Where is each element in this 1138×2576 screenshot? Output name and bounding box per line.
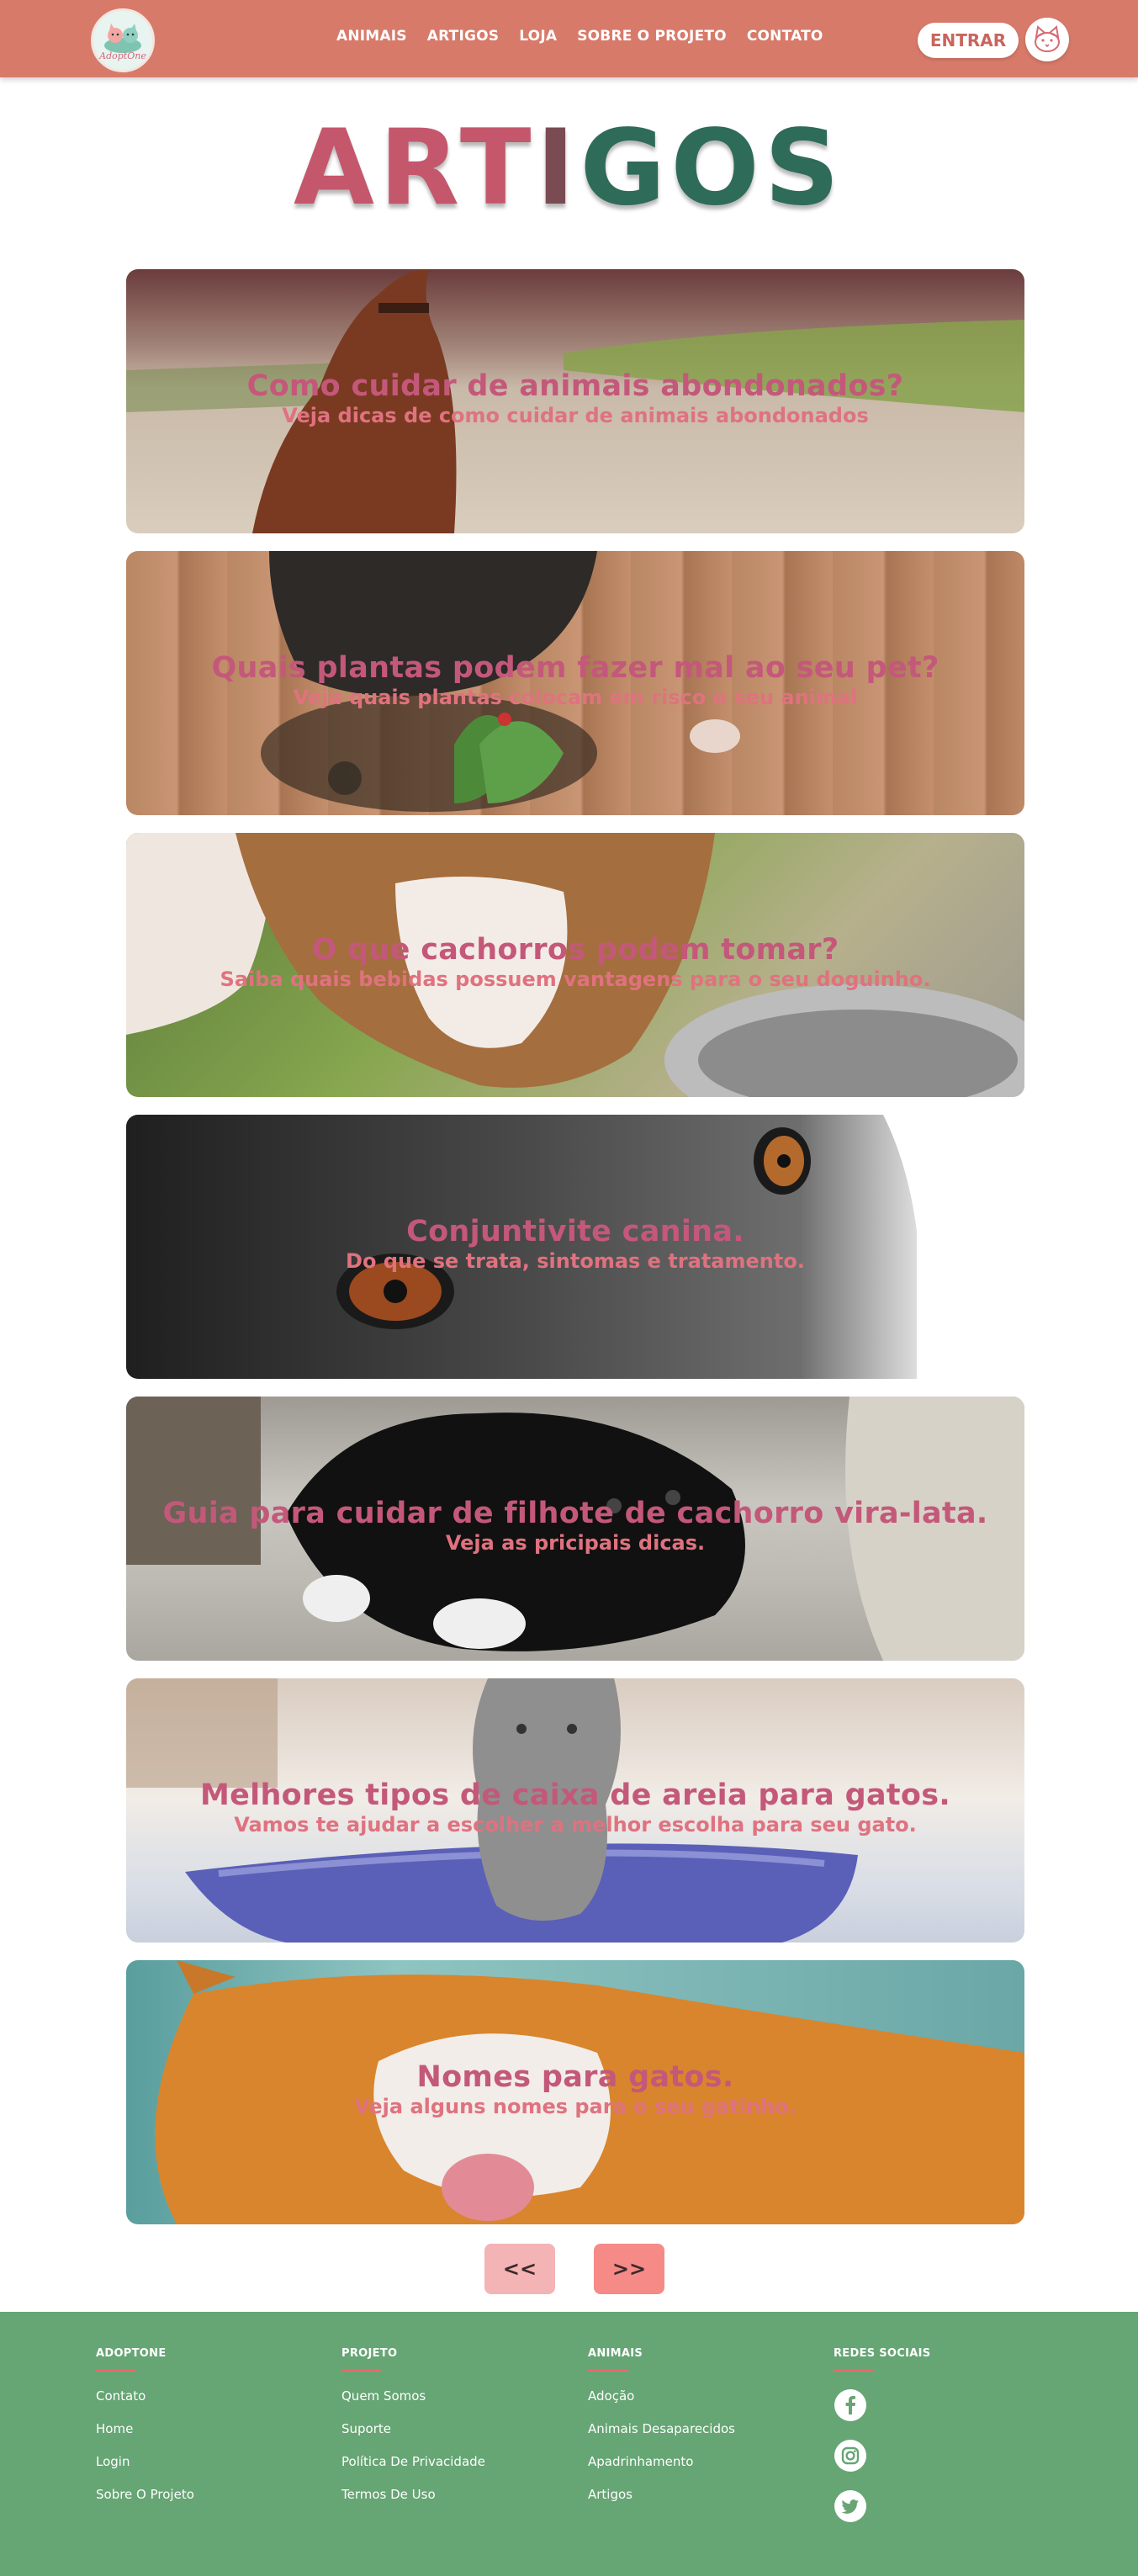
footer-column-redes-sociais: REDES SOCIAIS: [834, 2347, 1052, 2540]
footer-divider: [588, 2370, 628, 2372]
nav-item-artigos[interactable]: ARTIGOS: [427, 28, 499, 45]
article-title: Como cuidar de animais abondonados?: [246, 369, 904, 403]
pets-logo-icon: [104, 23, 141, 53]
article-subtitle: Veja dicas de como cuidar de animais abo…: [282, 404, 869, 427]
article-subtitle: Do que se trata, sintomas e tratamento.: [346, 1249, 805, 1273]
pagination: << >>: [484, 2244, 664, 2294]
footer-link-animais-desaparecidos[interactable]: Animais Desaparecidos: [588, 2421, 807, 2437]
article-title: Nomes para gatos.: [416, 2060, 734, 2094]
site-footer: ADOPTONE Contato Home Login Sobre O Proj…: [0, 2312, 1138, 2576]
footer-link-termos-de-uso[interactable]: Termos De Uso: [341, 2487, 560, 2503]
article-subtitle: Veja as pricipais dicas.: [445, 1531, 706, 1555]
footer-link-contato[interactable]: Contato: [96, 2388, 315, 2404]
site-header: AdoptOne ANIMAIS ARTIGOS LOJA SOBRE O PR…: [0, 0, 1138, 77]
article-card[interactable]: Conjuntivite canina. Do que se trata, si…: [126, 1115, 1024, 1379]
article-card[interactable]: Nomes para gatos. Veja alguns nomes para…: [126, 1960, 1024, 2224]
user-avatar[interactable]: [1025, 18, 1069, 61]
article-title: Conjuntivite canina.: [406, 1215, 744, 1248]
footer-link-privacidade[interactable]: Política De Privacidade: [341, 2454, 560, 2470]
next-page-button[interactable]: >>: [594, 2244, 664, 2294]
twitter-icon[interactable]: [834, 2489, 867, 2523]
footer-divider: [96, 2370, 136, 2372]
footer-divider: [834, 2370, 874, 2372]
article-subtitle: Veja quais plantas colocam em risco o se…: [293, 686, 858, 709]
page-title-part-1: ART: [293, 108, 537, 229]
article-title: Guia para cuidar de filhote de cachorro …: [162, 1497, 988, 1530]
previous-page-button[interactable]: <<: [484, 2244, 555, 2294]
article-title: Quais plantas podem fazer mal ao seu pet…: [211, 651, 940, 685]
cat-face-icon: [1035, 25, 1060, 52]
article-list: Como cuidar de animais abondonados? Veja…: [126, 269, 1024, 2242]
footer-link-sobre-o-projeto[interactable]: Sobre O Projeto: [96, 2487, 315, 2503]
main-nav: ANIMAIS ARTIGOS LOJA SOBRE O PROJETO CON…: [336, 28, 823, 45]
footer-link-adocao[interactable]: Adoção: [588, 2388, 807, 2404]
footer-column-animais: ANIMAIS Adoção Animais Desaparecidos Apa…: [588, 2347, 807, 2520]
article-text: Guia para cuidar de filhote de cachorro …: [126, 1496, 1024, 1555]
article-subtitle: Vamos te ajudar a escolher a melhor esco…: [234, 1813, 917, 1837]
nav-item-loja[interactable]: LOJA: [519, 28, 557, 45]
page-title-part-2: I: [536, 108, 580, 229]
logo-text: AdoptOne: [99, 50, 146, 61]
footer-link-login[interactable]: Login: [96, 2454, 315, 2470]
article-title: O que cachorros podem tomar?: [311, 933, 839, 967]
article-subtitle: Saiba quais bebidas possuem vantagens pa…: [220, 967, 931, 991]
article-text: Conjuntivite canina. Do que se trata, si…: [126, 1214, 1024, 1273]
enter-button[interactable]: ENTRAR: [918, 23, 1019, 58]
site-logo[interactable]: AdoptOne: [91, 8, 155, 72]
nav-item-contato[interactable]: CONTATO: [747, 28, 823, 45]
footer-link-home[interactable]: Home: [96, 2421, 315, 2437]
footer-divider: [341, 2370, 382, 2372]
article-text: Melhores tipos de caixa de areia para ga…: [126, 1778, 1024, 1837]
article-card[interactable]: Como cuidar de animais abondonados? Veja…: [126, 269, 1024, 533]
instagram-icon[interactable]: [834, 2439, 867, 2473]
footer-link-suporte[interactable]: Suporte: [341, 2421, 560, 2437]
footer-heading: ADOPTONE: [96, 2347, 167, 2360]
footer-link-quem-somos[interactable]: Quem Somos: [341, 2388, 560, 2404]
footer-link-artigos[interactable]: Artigos: [588, 2487, 807, 2503]
article-text: O que cachorros podem tomar? Saiba quais…: [126, 932, 1024, 991]
article-title: Melhores tipos de caixa de areia para ga…: [199, 1778, 950, 1812]
footer-heading: ANIMAIS: [588, 2347, 643, 2360]
article-card[interactable]: Quais plantas podem fazer mal ao seu pet…: [126, 551, 1024, 815]
facebook-icon[interactable]: [834, 2388, 867, 2422]
nav-item-sobre-o-projeto[interactable]: SOBRE O PROJETO: [577, 28, 727, 45]
article-card[interactable]: O que cachorros podem tomar? Saiba quais…: [126, 833, 1024, 1097]
page-title-part-3: GOS: [580, 108, 845, 229]
nav-item-animais[interactable]: ANIMAIS: [336, 28, 407, 45]
article-card[interactable]: Guia para cuidar de filhote de cachorro …: [126, 1397, 1024, 1661]
article-text: Como cuidar de animais abondonados? Veja…: [126, 368, 1024, 427]
article-text: Nomes para gatos. Veja alguns nomes para…: [126, 2059, 1024, 2118]
article-subtitle: Veja alguns nomes para o seu gatinho.: [354, 2095, 797, 2118]
article-text: Quais plantas podem fazer mal ao seu pet…: [126, 650, 1024, 709]
footer-column-projeto: PROJETO Quem Somos Suporte Política De P…: [341, 2347, 560, 2520]
article-card[interactable]: Melhores tipos de caixa de areia para ga…: [126, 1678, 1024, 1943]
footer-link-apadrinhamento[interactable]: Apadrinhamento: [588, 2454, 807, 2470]
footer-heading: REDES SOCIAIS: [834, 2347, 931, 2360]
footer-column-adoptone: ADOPTONE Contato Home Login Sobre O Proj…: [96, 2347, 315, 2520]
page-title: ARTIGOS: [0, 109, 1138, 227]
footer-heading: PROJETO: [341, 2347, 398, 2360]
